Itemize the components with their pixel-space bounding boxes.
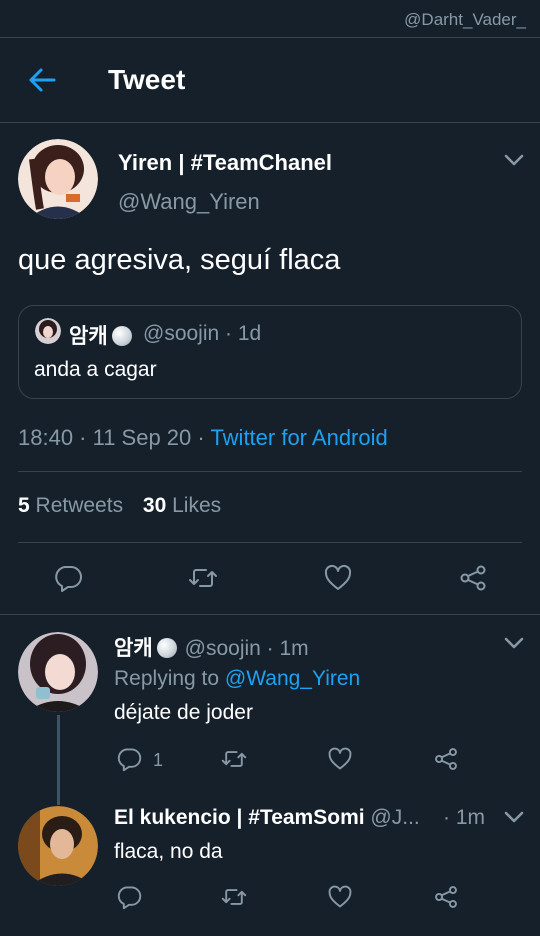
heart-icon[interactable] [327,746,353,772]
divider [18,542,522,543]
retweet-icon[interactable] [188,563,218,593]
divider [18,471,522,472]
replying-to-handle[interactable]: @Wang_Yiren [225,667,360,690]
share-icon[interactable] [458,563,488,593]
likes-stat[interactable]: 30 Likes [143,494,221,517]
retweet-icon[interactable] [221,746,247,772]
retweets-label: Retweets [35,494,124,517]
avatar[interactable] [18,139,98,219]
arrow-left-icon[interactable] [26,66,58,94]
chevron-down-icon[interactable] [502,807,526,827]
quoted-author-name: 암캐 [69,320,132,350]
reply-text: flaca, no da [114,840,223,863]
retweets-stat[interactable]: 5 Retweets [18,494,123,517]
tweet-text: que agresiva, seguí flaca [18,244,341,276]
tweet-actions [0,560,540,596]
tweet-timestamp: 18:40 · 11 Sep 20 · [18,425,211,450]
reply-author-line: 암캐 @soojin · 1m [114,632,309,662]
chevron-down-icon[interactable] [502,633,526,653]
heart-icon[interactable] [323,563,353,593]
reply-icon[interactable] [116,884,142,910]
divider [0,614,540,615]
retweet-icon[interactable] [221,884,247,910]
avatar[interactable] [18,806,98,886]
page-title: Tweet [108,64,186,95]
top-app-bar: Tweet [0,38,540,123]
heart-icon[interactable] [327,884,353,910]
reply-author-name[interactable]: El kukencio | #TeamSomi [114,806,365,829]
share-icon[interactable] [433,884,459,910]
reply-author-line: El kukencio | #TeamSomi @J... [114,806,420,830]
reply-author-handle[interactable]: @soojin · 1m [185,637,309,660]
quoted-author-name-text: 암캐 [69,325,108,348]
replying-to-label: Replying to [114,667,225,690]
reply-time: · 1m [443,806,485,829]
likes-count: 30 [142,494,167,517]
tweet-stats: 5 Retweets 30 Likes [18,494,221,518]
author-handle[interactable]: @Wang_Yiren [118,189,260,215]
retweets-count: 5 [18,494,30,517]
avatar [35,318,61,344]
author-display-name[interactable]: Yiren | #TeamChanel [118,150,332,176]
quoted-tweet[interactable]: 암캐 @soojin · 1d anda a cagar [18,305,522,399]
tweet-source-link[interactable]: Twitter for Android [210,425,387,450]
likes-label: Likes [172,494,222,517]
reply-icon[interactable] [53,563,83,593]
watermark-bar: @Darht_Vader_ [0,0,540,38]
tweet-meta: 18:40 · 11 Sep 20 · Twitter for Android [18,425,388,451]
avatar[interactable] [18,632,98,712]
thread-connector-line [57,715,60,805]
reply-author-handle[interactable]: @J... [370,806,419,829]
pearl-emoji-icon [156,638,177,658]
quoted-tweet-text: anda a cagar [34,358,157,381]
reply-text: déjate de joder [114,701,253,724]
share-icon[interactable] [433,746,459,772]
reply-count: 1 [153,750,164,770]
reply-icon[interactable] [116,746,142,772]
watermark-text: @Darht_Vader_ [404,10,526,29]
reply-author-name[interactable]: 암캐 [114,637,153,660]
replying-to-line: Replying to @Wang_Yiren [114,667,360,691]
quoted-author-handle: @soojin · 1d [143,322,262,345]
pearl-emoji-icon [111,326,132,346]
chevron-down-icon[interactable] [502,150,526,170]
